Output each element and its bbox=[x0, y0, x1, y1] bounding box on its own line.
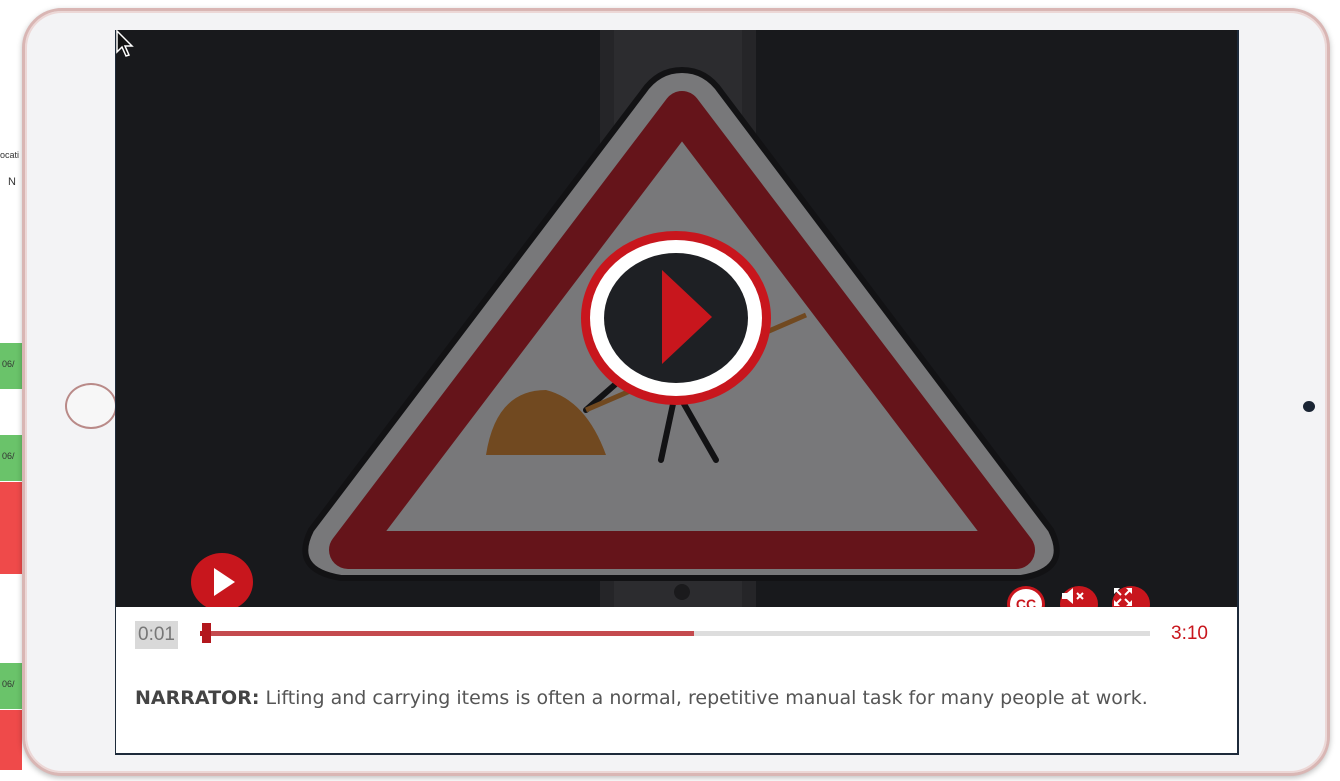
volume-muted-icon bbox=[1062, 588, 1084, 604]
current-time: 0:01 bbox=[135, 621, 178, 649]
caption-text: NARRATOR: Lifting and carrying items is … bbox=[135, 687, 1148, 709]
caption-line: Lifting and carrying items is often a no… bbox=[259, 687, 1148, 709]
tablet-screen: CC 0:01 3:10 NARRATOR: Lifting and carry… bbox=[115, 30, 1239, 755]
video-frame[interactable]: CC bbox=[116, 30, 1237, 607]
background-row-text: 06/ bbox=[2, 359, 15, 369]
big-play-button[interactable] bbox=[578, 228, 774, 408]
player-controls: 0:01 3:10 bbox=[116, 607, 1237, 667]
background-row: 06/ bbox=[0, 663, 22, 709]
background-label: ocati bbox=[0, 150, 20, 160]
caption-speaker: NARRATOR: bbox=[135, 687, 260, 709]
play-button[interactable] bbox=[190, 552, 254, 607]
tablet-home-button[interactable] bbox=[65, 383, 117, 429]
closed-captions-icon: CC bbox=[1015, 596, 1037, 607]
play-circle-icon bbox=[581, 231, 771, 405]
background-row-text: 06/ bbox=[2, 679, 15, 689]
background-row bbox=[0, 482, 22, 528]
play-icon bbox=[191, 553, 253, 607]
seek-bar[interactable] bbox=[200, 623, 1150, 643]
background-row: 06/ bbox=[0, 343, 22, 389]
background-row: 06/ bbox=[0, 435, 22, 481]
total-time: 3:10 bbox=[1171, 623, 1208, 644]
background-row-text: 06/ bbox=[2, 451, 15, 461]
background-row bbox=[0, 710, 22, 770]
buffered-bar bbox=[200, 631, 694, 636]
tablet-camera bbox=[1303, 401, 1315, 412]
background-row bbox=[0, 528, 22, 574]
fullscreen-icon bbox=[1114, 588, 1132, 606]
seek-handle[interactable] bbox=[202, 623, 211, 643]
background-label-2: N bbox=[8, 176, 16, 188]
mouse-cursor-icon bbox=[116, 30, 134, 57]
